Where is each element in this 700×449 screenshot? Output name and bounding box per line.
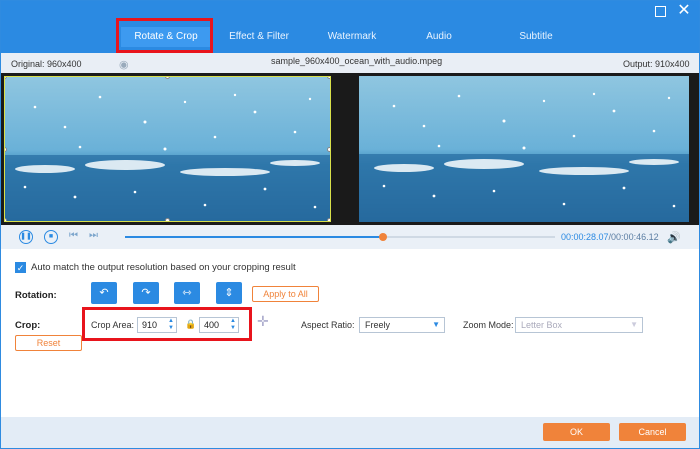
- pause-icon[interactable]: ❚❚: [19, 230, 33, 244]
- crop-height-input[interactable]: 400 ▲ ▼: [199, 317, 239, 333]
- info-row: Original: 960x400 ◉ sample_960x400_ocean…: [1, 53, 699, 73]
- current-time: 00:00:28.07: [561, 232, 609, 242]
- output-resolution: Output: 910x400: [623, 59, 690, 69]
- original-resolution: Original: 960x400: [11, 59, 82, 69]
- rotate-right-button[interactable]: ↷: [133, 282, 159, 304]
- volume-icon[interactable]: 🔊: [667, 231, 681, 244]
- center-crop-icon[interactable]: ✛: [257, 313, 273, 331]
- auto-match-checkbox[interactable]: ✓: [15, 262, 26, 273]
- tab-effect-filter[interactable]: Effect & Filter: [221, 27, 297, 47]
- flip-vertical-button[interactable]: ⇕: [216, 282, 242, 304]
- progress-track[interactable]: [125, 233, 555, 241]
- rotate-left-button[interactable]: ↶: [91, 282, 117, 304]
- progress-knob[interactable]: [379, 233, 387, 241]
- zoom-mode-select[interactable]: Letter Box ▼: [515, 317, 643, 333]
- ocean-image-original: [5, 77, 330, 221]
- width-spinner-icon[interactable]: ▲ ▼: [168, 318, 174, 332]
- previous-frame-icon[interactable]: ⏮: [69, 230, 78, 241]
- aspect-ratio-label: Aspect Ratio:: [301, 320, 355, 330]
- flip-horizontal-button[interactable]: ⇿: [174, 282, 200, 304]
- preview-stage: [1, 73, 699, 225]
- next-frame-icon[interactable]: ⏭: [89, 230, 98, 241]
- crop-width-input[interactable]: 910 ▲ ▼: [137, 317, 177, 333]
- aspect-ratio-value: Freely: [365, 320, 391, 330]
- crop-editor-window: Rotate & Crop Effect & Filter Watermark …: [0, 0, 700, 449]
- apply-to-all-button[interactable]: Apply to All: [252, 286, 319, 302]
- crop-width-value: 910: [142, 320, 158, 330]
- crop-controls: ✓ Auto match the output resolution based…: [1, 249, 699, 417]
- close-icon[interactable]: ✕: [677, 3, 691, 19]
- tab-audio[interactable]: Audio: [409, 27, 469, 47]
- chevron-down-icon: ▼: [630, 320, 638, 329]
- crop-label: Crop:: [15, 320, 41, 331]
- cancel-button[interactable]: Cancel: [619, 423, 686, 441]
- lock-icon[interactable]: 🔒: [185, 319, 196, 330]
- crop-area-label: Crop Area:: [91, 320, 135, 330]
- ocean-image-output: [359, 76, 689, 222]
- tab-watermark[interactable]: Watermark: [317, 27, 387, 47]
- original-preview[interactable]: [4, 76, 331, 222]
- playback-bar: ❚❚ ■ ⏮ ⏭ 00:00:28.07/00:00:46.12 🔊: [1, 225, 699, 249]
- tab-bar: Rotate & Crop Effect & Filter Watermark …: [1, 1, 699, 53]
- total-time: /00:00:46.12: [608, 232, 659, 242]
- reset-button[interactable]: Reset: [15, 335, 82, 351]
- height-spinner-icon[interactable]: ▲ ▼: [230, 318, 236, 332]
- auto-match-label: Auto match the output resolution based o…: [31, 262, 296, 273]
- ok-button[interactable]: OK: [543, 423, 610, 441]
- zoom-mode-label: Zoom Mode:: [463, 320, 514, 330]
- footer-bar: OK Cancel: [1, 417, 699, 448]
- chevron-down-icon: ▼: [432, 320, 440, 329]
- tab-highlight-box: [116, 18, 213, 53]
- stop-icon[interactable]: ■: [44, 230, 58, 244]
- rotation-label: Rotation:: [15, 290, 57, 301]
- maximize-icon[interactable]: [655, 6, 666, 17]
- tab-subtitle[interactable]: Subtitle: [506, 27, 566, 47]
- file-name: sample_960x400_ocean_with_audio.mpeg: [271, 56, 443, 66]
- output-preview: [359, 76, 689, 222]
- progress-fill: [125, 236, 383, 238]
- eye-icon[interactable]: ◉: [119, 58, 129, 71]
- aspect-ratio-select[interactable]: Freely ▼: [359, 317, 445, 333]
- time-readout: 00:00:28.07/00:00:46.12: [561, 232, 659, 242]
- crop-height-value: 400: [204, 320, 220, 330]
- zoom-mode-value: Letter Box: [521, 320, 563, 330]
